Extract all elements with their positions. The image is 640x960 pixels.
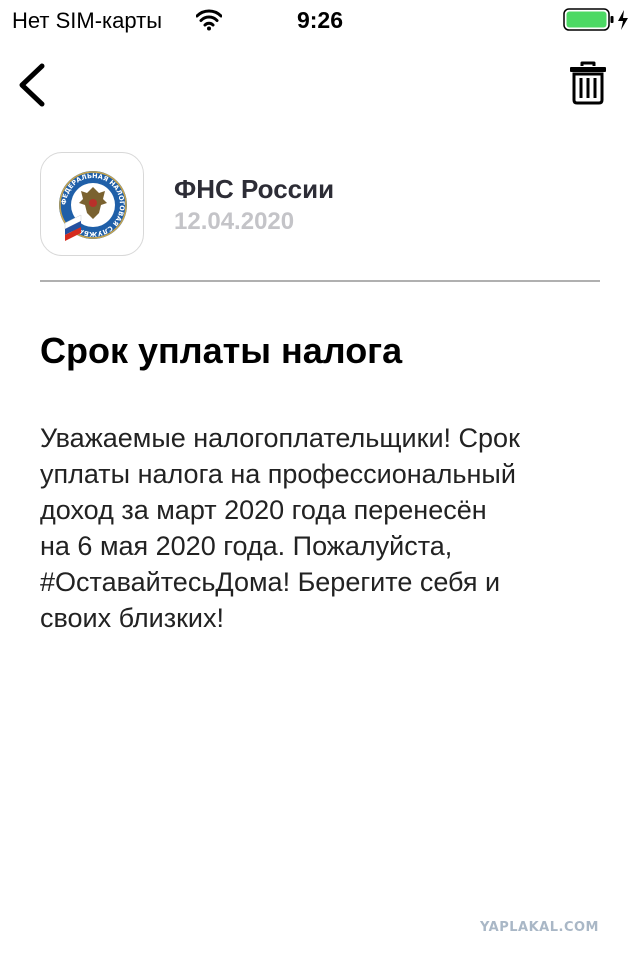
fns-emblem-icon: ФЕДЕРАЛЬНАЯ НАЛОГОВАЯ СЛУЖБА: [59, 171, 127, 241]
sender-logo: ФЕДЕРАЛЬНАЯ НАЛОГОВАЯ СЛУЖБА: [40, 152, 144, 256]
clock: 9:26: [296, 7, 344, 33]
back-button[interactable]: [14, 62, 48, 108]
message-title: Срок уплаты налога: [40, 330, 403, 371]
chevron-left-icon: [14, 63, 48, 112]
trash-icon: [568, 61, 608, 110]
delete-button[interactable]: [568, 60, 608, 106]
sender-name: ФНС России: [174, 174, 335, 204]
battery-icon: [563, 8, 615, 37]
message-date: 12.04.2020: [174, 208, 295, 235]
divider: [40, 280, 600, 282]
status-bar: Нет SIM-карты 9:26: [0, 0, 640, 40]
charging-bolt-icon: [617, 9, 629, 36]
message-body: Уважаемые налогоплательщики! Срок уплаты…: [40, 423, 520, 633]
watermark: YAPLAKAL.COM: [480, 920, 599, 935]
